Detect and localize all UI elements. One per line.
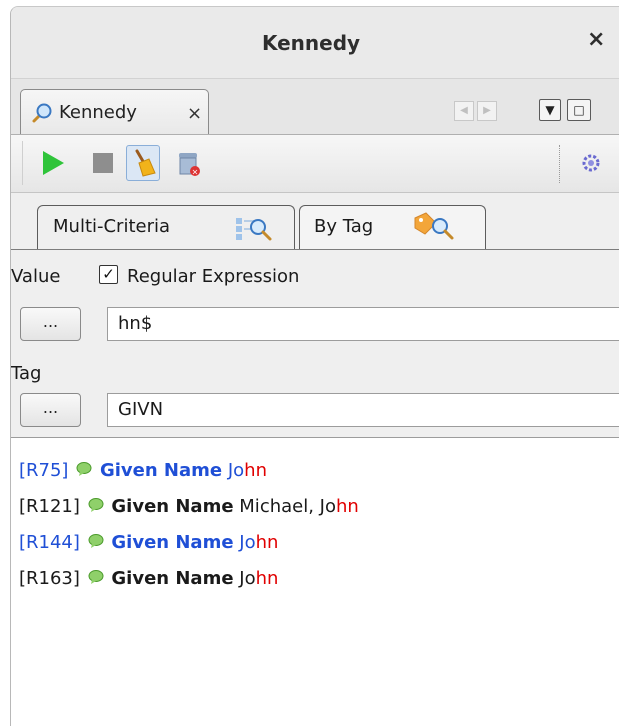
result-value: Jo [227, 460, 245, 481]
clean-button[interactable] [126, 145, 160, 181]
scroll-tabs-left-button[interactable]: ◀ [454, 101, 474, 121]
value-input[interactable]: hn$ [107, 307, 619, 341]
tag-search-icon [414, 212, 454, 240]
toolbar-separator [559, 145, 560, 183]
svg-text:×: × [192, 168, 199, 177]
result-tag: Given Name [111, 568, 234, 589]
result-tag: Given Name [99, 460, 223, 481]
result-ref[interactable]: [R75] [19, 460, 68, 481]
result-row-r144[interactable]: [R144] Given Name John [19, 532, 278, 553]
play-icon [43, 151, 64, 175]
result-value-prefix: Michael, [239, 496, 320, 517]
start-search-button[interactable] [39, 148, 67, 178]
clear-results-button[interactable]: × [174, 148, 202, 178]
trash-icon: × [179, 153, 200, 177]
speech-bubble-icon [88, 498, 104, 512]
results-list[interactable]: [R75] Given Name John [R121] Given Name … [11, 437, 619, 726]
result-match: hn [255, 568, 279, 589]
result-ref[interactable]: [R163] [19, 568, 80, 589]
tab-by-tag[interactable]: By Tag [299, 205, 486, 250]
value-browse-button[interactable]: ... [20, 307, 81, 341]
result-tag: Given Name [111, 496, 234, 517]
result-match: hn [255, 532, 279, 553]
result-row-r121[interactable]: [R121] Given Name Michael, John [19, 496, 359, 517]
tab-close-button[interactable]: × [187, 103, 202, 124]
result-value: Jo [239, 532, 256, 553]
settings-button[interactable] [578, 148, 606, 178]
result-tag: Given Name [111, 532, 234, 553]
result-row-r163[interactable]: [R163] Given Name John [19, 568, 278, 589]
search-toolbar: × [11, 135, 619, 193]
search-window: Kennedy × Kennedy × ◀ ▶ ▼ □ × Multi-Crit… [10, 6, 619, 726]
tag-browse-button[interactable]: ... [20, 393, 81, 427]
speech-bubble-icon [88, 534, 104, 548]
search-panel: Multi-Criteria By Tag Value ✓ Regular Ex… [11, 193, 619, 726]
tab-by-tag-label: By Tag [314, 216, 374, 237]
result-value: Jo [319, 496, 336, 517]
scroll-tabs-right-button[interactable]: ▶ [477, 101, 497, 121]
result-ref[interactable]: [R121] [19, 496, 80, 517]
speech-bubble-icon [88, 570, 104, 584]
gear-icon [582, 154, 600, 172]
stop-icon [93, 153, 113, 173]
tab-list-dropdown-button[interactable]: ▼ [539, 99, 561, 121]
value-label: Value [11, 266, 61, 287]
regex-label: Regular Expression [127, 266, 300, 287]
broom-icon [135, 149, 156, 177]
result-value: Jo [239, 568, 256, 589]
tag-input[interactable]: GIVN [107, 393, 619, 427]
regex-checkbox[interactable]: ✓ [99, 265, 118, 284]
result-match: hn [244, 460, 267, 481]
tab-kennedy[interactable]: Kennedy × [20, 89, 209, 134]
tab-multi-criteria-label: Multi-Criteria [53, 216, 171, 237]
result-ref[interactable]: [R144] [19, 532, 80, 553]
result-row-r75[interactable]: [R75] Given Name John [19, 460, 267, 481]
speech-bubble-icon [76, 462, 92, 476]
toolbar-grip[interactable] [15, 141, 23, 185]
tab-kennedy-label: Kennedy [59, 102, 137, 123]
tag-label: Tag [11, 363, 42, 384]
tab-multi-criteria[interactable]: Multi-Criteria [37, 205, 295, 249]
result-match: hn [336, 496, 359, 517]
window-title: Kennedy [261, 31, 361, 55]
stop-search-button[interactable] [89, 148, 117, 178]
maximize-tab-button[interactable]: □ [567, 99, 591, 121]
search-icon [32, 103, 52, 123]
document-tab-strip: Kennedy × ◀ ▶ ▼ □ [11, 79, 619, 135]
multi-search-icon [236, 218, 272, 241]
title-bar[interactable]: Kennedy × [11, 7, 619, 79]
window-close-button[interactable]: × [587, 27, 605, 52]
criteria-tab-divider [11, 249, 619, 250]
